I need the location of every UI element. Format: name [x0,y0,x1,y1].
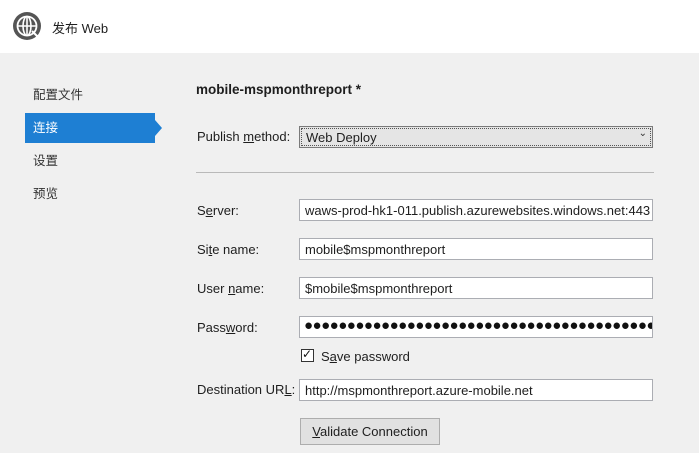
chevron-down-icon: ⌄ [638,128,647,139]
profile-title: mobile-mspmonthreport * [196,82,362,97]
nav-item-label: 预览 [33,187,59,201]
destination-url-input[interactable]: http://mspmonthreport.azure-mobile.net [299,379,653,401]
nav-item-label: 连接 [33,121,59,135]
publish-method-select[interactable]: Web Deploy ⌄ [299,126,653,148]
globe-icon [13,12,41,40]
window-title: 发布 Web [52,21,109,36]
publish-method-value: Web Deploy [306,130,377,145]
user-name-label: User name: [197,281,265,296]
nav-item-preview[interactable]: 预览 [25,179,155,209]
divider [196,172,654,173]
checkmark-icon: ✓ [302,347,313,361]
site-name-input[interactable]: mobile$mspmonthreport [299,238,653,260]
save-password-checkbox[interactable]: ✓ [301,347,314,362]
publish-method-label: Publish method: [197,129,291,144]
nav-item-label: 配置文件 [33,88,84,102]
save-password-label[interactable]: Save password [321,349,410,364]
password-input[interactable]: ●●●●●●●●●●●●●●●●●●●●●●●●●●●●●●●●●●●●●●●●… [299,316,653,338]
password-label: Password: [197,320,258,335]
server-input[interactable]: waws-prod-hk1-011.publish.azurewebsites.… [299,199,653,221]
server-label: Server: [197,203,239,218]
title-bar: 发布 Web [0,0,699,53]
validate-connection-button[interactable]: Validate Connection [300,418,440,445]
site-name-label: Site name: [197,242,260,257]
nav-item-settings[interactable]: 设置 [25,146,155,176]
active-indicator-arrow [155,120,162,136]
nav-item-profile[interactable]: 配置文件 [25,80,155,110]
nav-item-label: 设置 [33,154,59,168]
destination-url-label: Destination URL: [197,382,296,397]
user-name-input[interactable]: $mobile$mspmonthreport [299,277,653,299]
nav-item-connection[interactable]: 连接 [25,113,162,143]
